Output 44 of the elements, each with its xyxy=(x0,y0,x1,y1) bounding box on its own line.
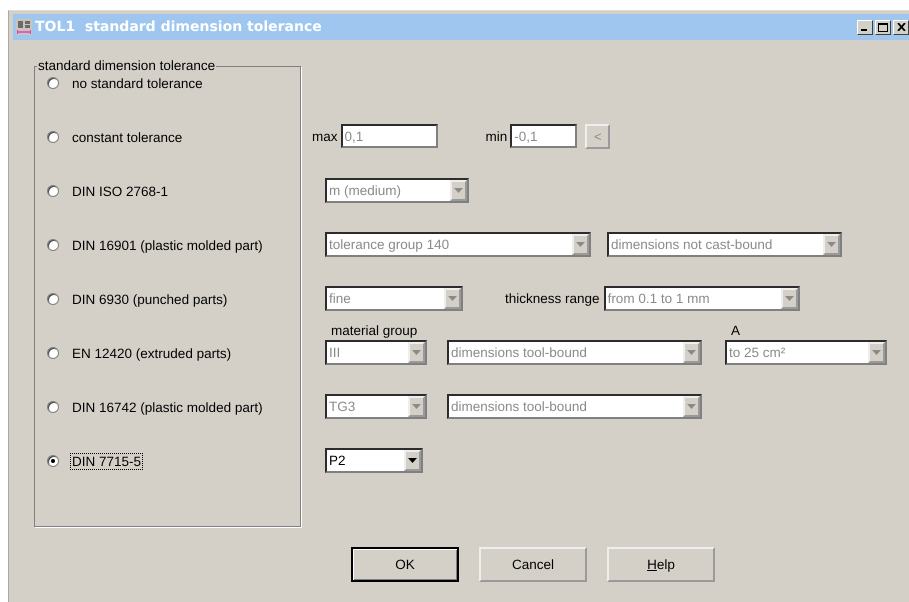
radio-button[interactable] xyxy=(47,77,59,89)
radio-button[interactable] xyxy=(47,239,59,251)
caret-icon xyxy=(448,296,457,300)
app-icon xyxy=(16,19,32,35)
window-title: TOL1 standard dimension tolerance xyxy=(35,19,322,35)
maximize-icon xyxy=(878,22,888,32)
option-label[interactable]: DIN 16742 (plastic molded part) xyxy=(70,398,265,416)
caret-icon xyxy=(872,350,881,354)
close-icon xyxy=(896,23,906,31)
column-caption: A xyxy=(731,322,740,338)
caret-icon xyxy=(412,404,421,408)
radio-button[interactable] xyxy=(47,455,59,467)
dialog-button[interactable]: Cancel xyxy=(479,547,587,582)
option-label[interactable]: EN 12420 (extruded parts) xyxy=(70,344,234,362)
caret-icon xyxy=(827,242,836,246)
minimize-button[interactable] xyxy=(857,20,873,34)
field-label: max xyxy=(312,128,338,144)
radio-button[interactable] xyxy=(47,293,59,305)
option-label[interactable]: no standard tolerance xyxy=(70,74,205,92)
caret-icon xyxy=(687,404,696,408)
option-label[interactable]: DIN 7715-5 xyxy=(70,452,144,470)
caret-icon xyxy=(687,350,696,354)
radio-button[interactable] xyxy=(47,131,59,143)
dialog-button[interactable]: OK xyxy=(351,547,459,582)
caret-icon xyxy=(408,458,417,462)
maximize-button[interactable] xyxy=(875,20,891,34)
column-caption: material group xyxy=(331,322,418,338)
field-label: min xyxy=(486,128,508,144)
caret-icon xyxy=(412,350,421,354)
option-label[interactable]: constant tolerance xyxy=(70,128,184,146)
caret-icon xyxy=(454,188,463,192)
option-label[interactable]: DIN ISO 2768-1 xyxy=(70,182,170,200)
dropdown[interactable]: P2 xyxy=(325,448,423,472)
caret-icon xyxy=(576,242,585,246)
radio-button[interactable] xyxy=(47,347,59,359)
option-label[interactable]: DIN 6930 (punched parts) xyxy=(70,290,230,308)
caret-icon xyxy=(784,296,794,300)
option-label[interactable]: DIN 16901 (plastic molded part) xyxy=(70,236,265,254)
close-button[interactable] xyxy=(893,20,909,34)
group-title: standard dimension tolerance xyxy=(37,58,216,73)
radio-button[interactable] xyxy=(47,185,59,197)
dialog-button[interactable]: Help xyxy=(607,547,715,582)
field-label: thickness range xyxy=(505,290,600,306)
radio-button[interactable] xyxy=(47,401,59,413)
